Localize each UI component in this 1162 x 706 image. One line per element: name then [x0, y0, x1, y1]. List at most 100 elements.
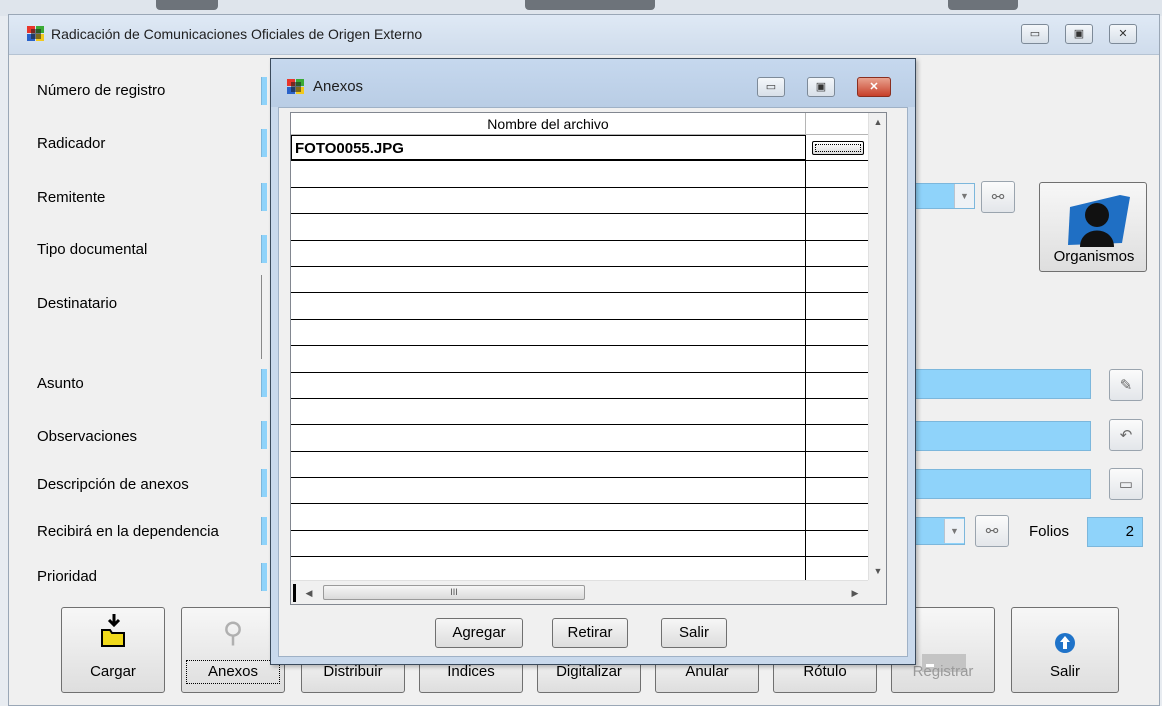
file-name-cell[interactable]: [291, 398, 806, 425]
dialog-minimize-button[interactable]: ▭: [757, 77, 785, 97]
file-name-cell[interactable]: [291, 451, 806, 478]
file-name-cell[interactable]: [291, 214, 806, 240]
undo-arrow-icon: ↶: [1119, 427, 1133, 444]
radicador-field[interactable]: [261, 129, 267, 157]
salir-dialog-button[interactable]: Salir: [661, 618, 727, 648]
file-name-cell[interactable]: [291, 425, 806, 451]
digitalizar-label: Digitalizar: [556, 663, 622, 680]
observaciones-field-left[interactable]: [261, 421, 267, 449]
folder-download-icon: [101, 614, 125, 647]
asunto-field[interactable]: [915, 369, 1091, 399]
table-row[interactable]: [291, 478, 868, 505]
chevron-down-icon[interactable]: ▼: [954, 184, 974, 208]
file-name-cell[interactable]: [291, 372, 806, 398]
file-name-cell[interactable]: [291, 187, 806, 214]
salir-main-label: Salir: [1049, 663, 1080, 680]
label-radicador: Radicador: [37, 135, 106, 152]
table-row[interactable]: [291, 346, 868, 373]
file-name-cell[interactable]: [291, 504, 806, 530]
table-row[interactable]: [291, 187, 868, 215]
dependencia-field-left[interactable]: [261, 517, 267, 545]
tipo-documental-field[interactable]: [261, 235, 267, 263]
observaciones-field[interactable]: [915, 421, 1091, 451]
table-row[interactable]: [291, 266, 868, 294]
browse-file-button[interactable]: [812, 141, 864, 155]
description-button[interactable]: ▭: [1109, 468, 1143, 500]
table-row[interactable]: [291, 161, 868, 188]
file-name-cell[interactable]: [291, 478, 806, 504]
scroll-up-icon[interactable]: ▲: [869, 113, 886, 131]
distribuir-label: Distribuir: [323, 663, 383, 680]
chevron-down-icon[interactable]: ▼: [944, 519, 964, 543]
maximize-button[interactable]: ▣: [1065, 24, 1093, 44]
agregar-button[interactable]: Agregar: [435, 618, 523, 648]
background-window-edge: [525, 0, 655, 10]
table-row[interactable]: [291, 451, 868, 479]
asunto-field-left[interactable]: [261, 369, 267, 397]
vertical-scrollbar[interactable]: ▲ ▼: [868, 113, 886, 580]
dependencia-combo[interactable]: ▼: [915, 517, 965, 545]
files-grid[interactable]: Nombre del archivo FOTO0055.JPG ▲ ▼ ◀ II…: [290, 112, 887, 605]
label-prioridad: Prioridad: [37, 568, 98, 585]
file-name-cell[interactable]: [291, 240, 806, 266]
descripcion-anexos-field[interactable]: [915, 469, 1091, 499]
main-title-bar[interactable]: Radicación de Comunicaciones Oficiales d…: [9, 15, 1159, 55]
table-row[interactable]: FOTO0055.JPG: [291, 135, 868, 162]
remitente-field[interactable]: [261, 183, 267, 211]
up-arrow-icon: [1055, 633, 1075, 653]
table-row[interactable]: [291, 530, 868, 558]
main-window-title: Radicación de Comunicaciones Oficiales d…: [51, 26, 423, 42]
column-header-nombre[interactable]: Nombre del archivo: [291, 113, 806, 135]
dialog-title-bar[interactable]: Anexos ▭ ▣ ✕: [271, 59, 915, 107]
dialog-close-button[interactable]: ✕: [857, 77, 891, 97]
scroll-right-icon[interactable]: ▶: [847, 584, 863, 602]
retirar-button[interactable]: Retirar: [552, 618, 628, 648]
edit-asunto-button[interactable]: ✎: [1109, 369, 1143, 401]
scroll-down-icon[interactable]: ▼: [869, 562, 886, 580]
table-row[interactable]: [291, 319, 868, 347]
table-row[interactable]: [291, 425, 868, 452]
pencil-icon: ✎: [1119, 377, 1133, 394]
file-name-cell[interactable]: FOTO0055.JPG: [291, 135, 806, 161]
file-name-cell[interactable]: [291, 293, 806, 319]
file-name-cell[interactable]: [291, 161, 806, 187]
table-row[interactable]: [291, 214, 868, 241]
scroll-left-icon[interactable]: ◀: [301, 584, 317, 602]
close-button[interactable]: ✕: [1109, 24, 1137, 44]
table-row[interactable]: [291, 372, 868, 399]
cargar-button[interactable]: Cargar: [61, 607, 165, 693]
salir-main-button[interactable]: Salir: [1011, 607, 1119, 693]
table-row[interactable]: [291, 504, 868, 531]
remitente-combo[interactable]: ▼: [915, 183, 975, 209]
horizontal-scrollbar[interactable]: ◀ III ▶: [291, 580, 868, 604]
label-observaciones: Observaciones: [37, 428, 138, 445]
organismos-button[interactable]: Organismos: [1039, 182, 1147, 272]
destinatario-list[interactable]: [261, 275, 267, 359]
search-dependencia-button[interactable]: ⚯: [975, 515, 1009, 547]
table-row[interactable]: [291, 293, 868, 320]
file-name-cell[interactable]: [291, 266, 806, 293]
binoculars-icon: ⚯: [991, 189, 1005, 206]
undo-button[interactable]: ↶: [1109, 419, 1143, 451]
file-name-cell[interactable]: [291, 346, 806, 372]
minimize-button[interactable]: ▭: [1021, 24, 1049, 44]
descripcion-anexos-field-left[interactable]: [261, 469, 267, 497]
paperclip-icon: ⚲: [222, 617, 244, 648]
file-name-cell[interactable]: [291, 557, 806, 583]
scroll-thumb[interactable]: III: [323, 585, 585, 600]
file-name-cell[interactable]: [291, 319, 806, 346]
table-row[interactable]: [291, 398, 868, 426]
label-descripcion-anexos: Descripción de anexos: [37, 476, 189, 493]
search-remitente-button[interactable]: ⚯: [981, 181, 1015, 213]
table-row[interactable]: [291, 240, 868, 267]
anular-label: Anular: [685, 663, 729, 680]
label-recibira-dependencia: Recibirá en la dependencia: [37, 523, 219, 540]
numero-registro-field[interactable]: [261, 77, 267, 105]
organism-person-icon: [1068, 195, 1130, 247]
rotulo-label: Rótulo: [803, 663, 847, 680]
dialog-maximize-button[interactable]: ▣: [807, 77, 835, 97]
label-folios: Folios: [1029, 523, 1070, 540]
prioridad-field-left[interactable]: [261, 563, 267, 591]
file-name-cell[interactable]: [291, 530, 806, 557]
folios-field[interactable]: 2: [1087, 517, 1143, 547]
